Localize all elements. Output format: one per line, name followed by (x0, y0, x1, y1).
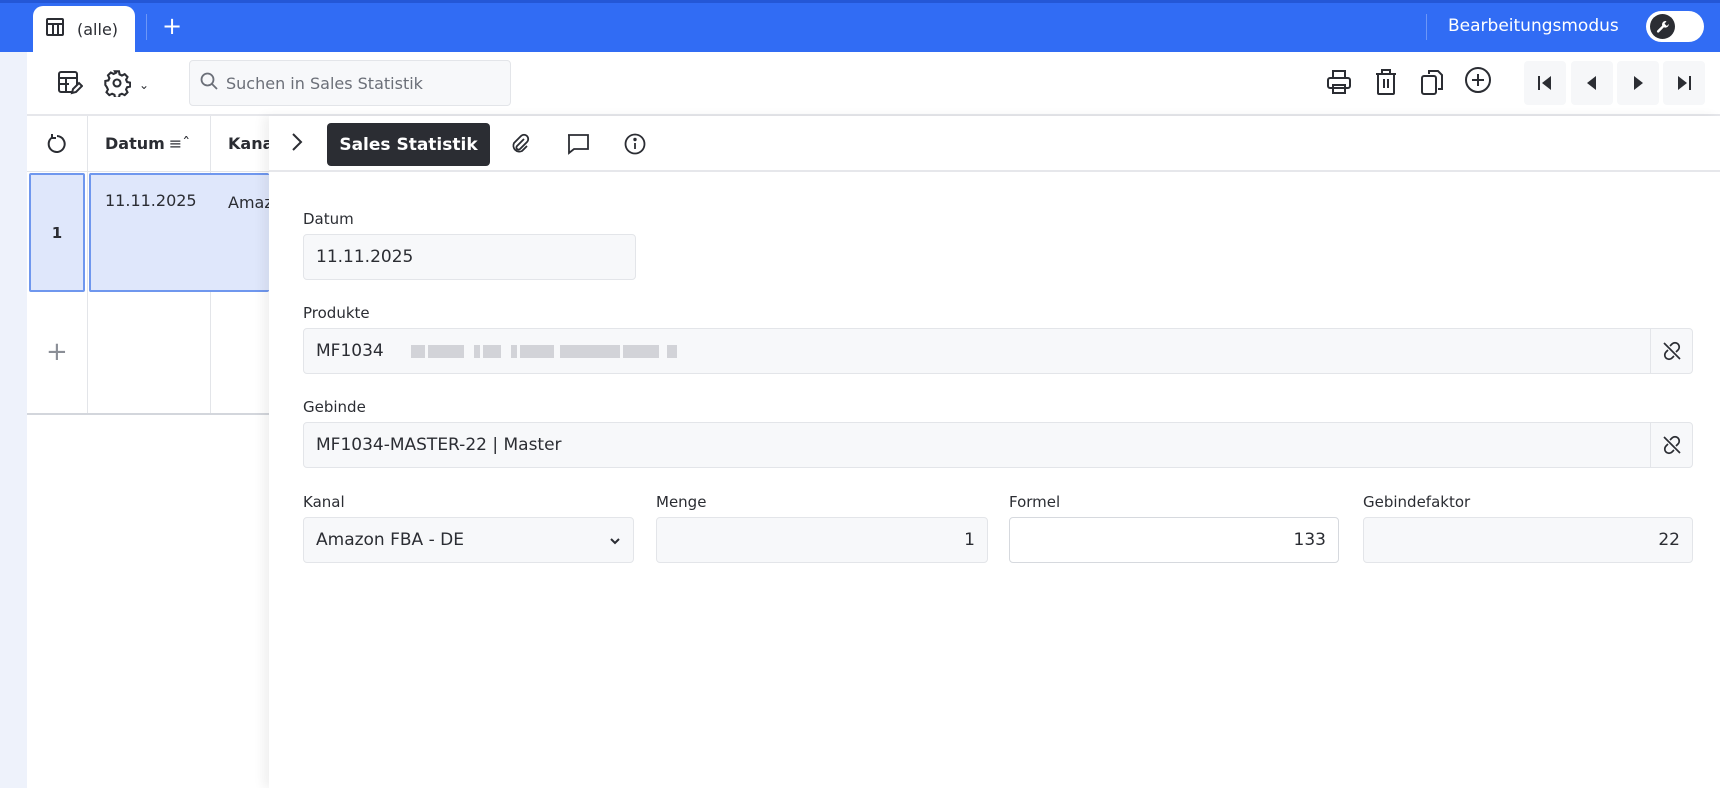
redacted-text (408, 344, 677, 358)
datum-value: 11.11.2025 (316, 247, 414, 267)
gebinde-label: Gebinde (303, 398, 366, 416)
comment-icon[interactable] (566, 133, 590, 159)
first-record-button[interactable] (1524, 61, 1566, 105)
gear-icon (103, 69, 132, 101)
last-record-button[interactable] (1663, 61, 1705, 105)
unlink-icon[interactable] (1650, 329, 1692, 373)
chevron-down-icon: ⌄ (139, 78, 150, 92)
search-placeholder: Suchen in Sales Statistik (226, 73, 423, 93)
tab-alle[interactable]: (alle) (33, 6, 135, 52)
copy-icon[interactable] (1418, 68, 1446, 100)
produkte-label: Produkte (303, 304, 370, 322)
unlink-icon[interactable] (1650, 423, 1692, 467)
column-header-datum[interactable]: Datum ≡ˆ (105, 134, 190, 153)
formel-field[interactable]: 133 (1009, 517, 1339, 563)
produkte-value: MF1034 (316, 341, 384, 361)
sort-filter-icon[interactable]: ≡ˆ (169, 134, 190, 153)
gebindefaktor-label: Gebindefaktor (1363, 493, 1471, 511)
next-record-button[interactable] (1617, 61, 1659, 105)
kanal-label: Kanal (303, 493, 345, 511)
tab-label: (alle) (77, 19, 119, 39)
gebinde-field[interactable]: MF1034-MASTER-22 | Master (303, 422, 1693, 468)
table-icon (45, 17, 65, 41)
menge-value: 1 (964, 530, 975, 550)
menge-label: Menge (656, 493, 707, 511)
add-circle-icon[interactable] (1464, 66, 1492, 98)
formel-label: Formel (1009, 493, 1061, 511)
collapse-chevron-icon[interactable] (290, 132, 304, 156)
column-header-kanal[interactable]: Kana (228, 134, 273, 153)
kanal-value: Amazon FBA - DE (316, 530, 464, 550)
attachment-icon[interactable] (510, 133, 530, 159)
tab-sales-statistik[interactable]: Sales Statistik (327, 123, 490, 166)
chevron-down-icon (609, 530, 621, 550)
sidebar-strip (0, 52, 27, 788)
refresh-icon[interactable] (46, 133, 68, 159)
menge-field[interactable]: 1 (656, 517, 988, 563)
divider (1426, 14, 1427, 40)
gebindefaktor-field[interactable]: 22 (1363, 517, 1693, 563)
column-label: Datum (105, 134, 165, 153)
edit-mode-label: Bearbeitungsmodus (1448, 16, 1619, 36)
search-input[interactable]: Suchen in Sales Statistik (189, 60, 511, 106)
datum-field[interactable]: 11.11.2025 (303, 234, 636, 280)
row-number[interactable]: 1 (29, 173, 85, 292)
add-row-button[interactable]: + (46, 337, 68, 367)
cell-datum[interactable]: 11.11.2025 (105, 191, 197, 210)
gebinde-value: MF1034-MASTER-22 | Master (316, 435, 562, 455)
cell-kanal[interactable]: Amaz (228, 193, 273, 212)
edit-mode-toggle[interactable] (1646, 11, 1704, 42)
produkte-field[interactable]: MF1034 (303, 328, 1693, 374)
formel-value: 133 (1293, 530, 1326, 550)
trash-icon[interactable] (1372, 68, 1400, 100)
divider (146, 14, 147, 40)
gebindefaktor-value: 22 (1658, 530, 1680, 550)
datum-label: Datum (303, 210, 354, 228)
info-icon[interactable] (624, 133, 646, 159)
add-tab-button[interactable]: + (162, 12, 182, 40)
search-icon (200, 72, 218, 94)
print-icon[interactable] (1325, 68, 1353, 100)
wrench-icon (1650, 14, 1675, 39)
edit-table-icon[interactable] (57, 70, 84, 100)
previous-record-button[interactable] (1571, 61, 1613, 105)
settings-button[interactable]: ⌄ (103, 69, 149, 101)
kanal-select[interactable]: Amazon FBA - DE (303, 517, 634, 563)
